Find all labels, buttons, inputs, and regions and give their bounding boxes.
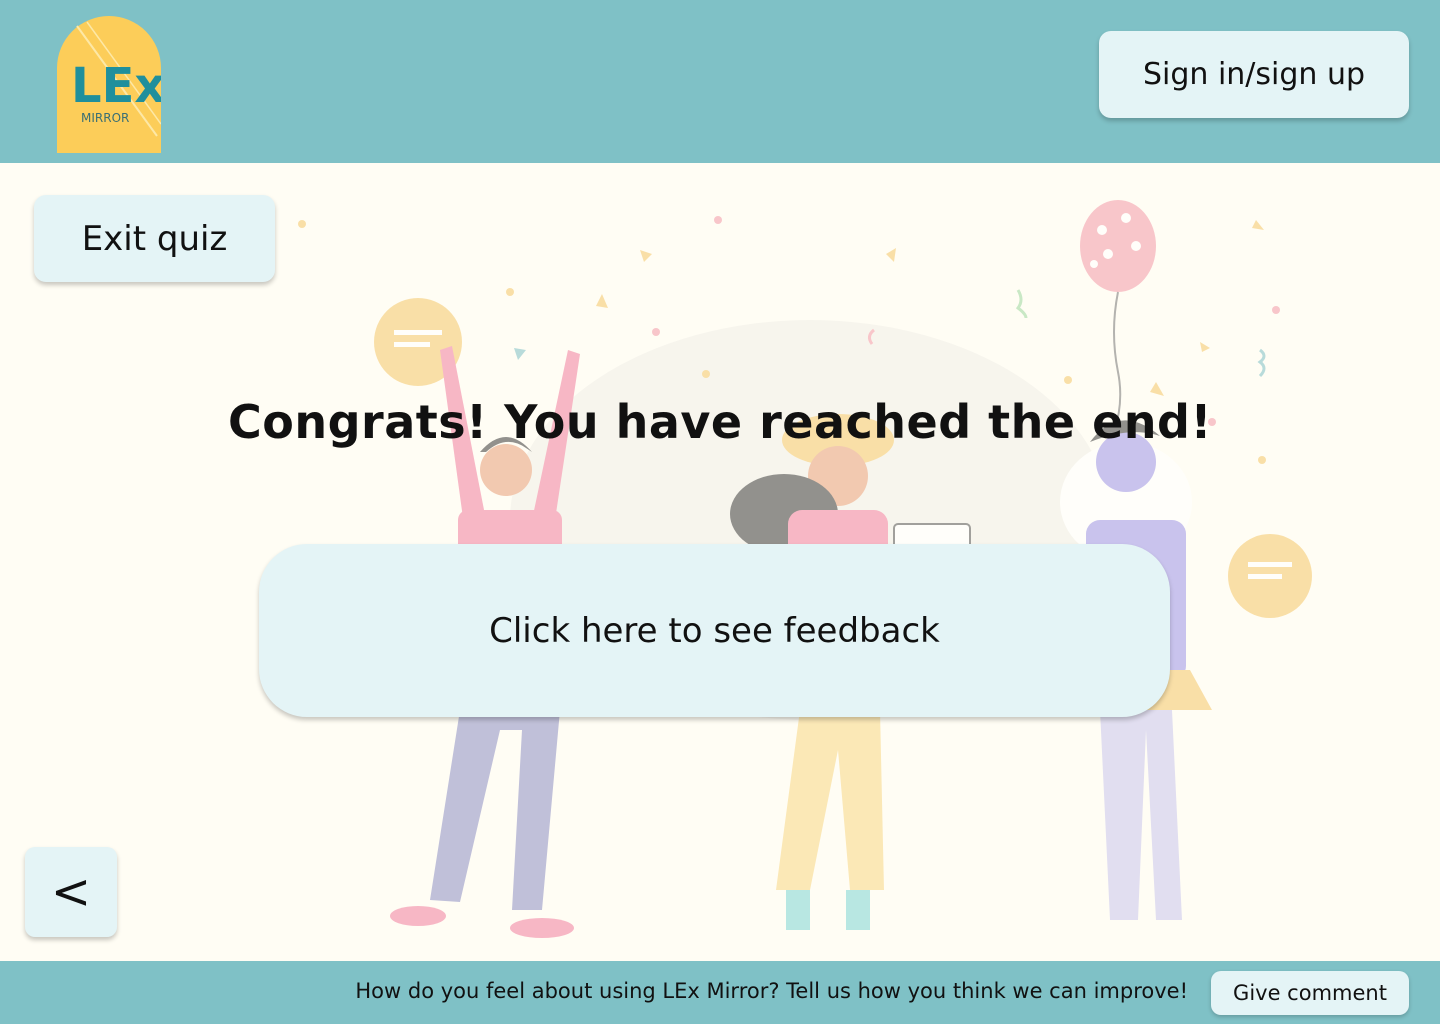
logo-text-main: LEx xyxy=(71,58,161,114)
speech-bubble-right xyxy=(1228,534,1312,618)
give-comment-button[interactable]: Give comment xyxy=(1211,971,1409,1015)
lex-mirror-logo[interactable]: LEx MIRROR xyxy=(57,16,161,153)
feedback-bar: How do you feel about using LEx Mirror? … xyxy=(0,961,1440,1024)
see-feedback-button[interactable]: Click here to see feedback xyxy=(259,544,1170,717)
feedback-prompt: How do you feel about using LEx Mirror? … xyxy=(355,979,1188,1003)
logo-text-sub: MIRROR xyxy=(81,111,129,125)
exit-quiz-button[interactable]: Exit quiz xyxy=(34,195,275,282)
sign-in-button[interactable]: Sign in/sign up xyxy=(1099,31,1409,118)
completion-heading: Congrats! You have reached the end! xyxy=(228,395,1212,449)
back-button[interactable]: < xyxy=(25,847,117,937)
top-bar: LEx MIRROR Sign in/sign up xyxy=(0,0,1440,163)
